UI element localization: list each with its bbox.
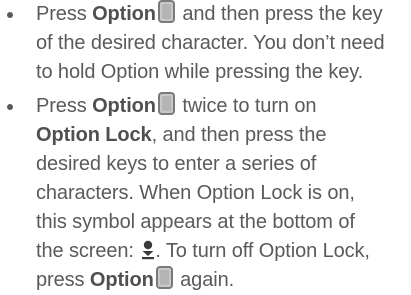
list-item: Press Option twice to turn on Option Loc… [0, 92, 411, 295]
option-lock-icon [142, 240, 155, 260]
option-key-label: Option [92, 95, 156, 117]
text-line: desired keys to enter a series of [36, 153, 317, 175]
bullet-icon [7, 104, 13, 110]
text-line: characters. When Option Lock is on, [36, 182, 355, 204]
option-key-icon [157, 92, 175, 115]
text-line: this symbol appears at the bottom of [36, 211, 355, 233]
text-line: to hold Option while pressing the key. [36, 61, 364, 83]
instruction-list: Press Option and then press the key of t… [0, 0, 411, 295]
text-line: Option Lock, and then press the [36, 124, 327, 146]
option-key-label: Option [89, 269, 154, 291]
text-line: press Option again. [36, 266, 411, 295]
text-line: Press Option and then press the key [36, 0, 411, 29]
option-key-icon [155, 266, 173, 289]
list-item: Press Option and then press the key of t… [0, 0, 411, 87]
text-line: Press Option twice to turn on [36, 92, 411, 121]
text-line: the screen: . To turn off Option Lock, [36, 240, 370, 262]
text-line: of the desired character. You don’t need [36, 32, 385, 54]
option-key-label: Option [92, 3, 156, 25]
bullet-icon [7, 12, 13, 18]
option-key-icon [157, 0, 175, 23]
option-lock-label: Option Lock [36, 124, 152, 146]
